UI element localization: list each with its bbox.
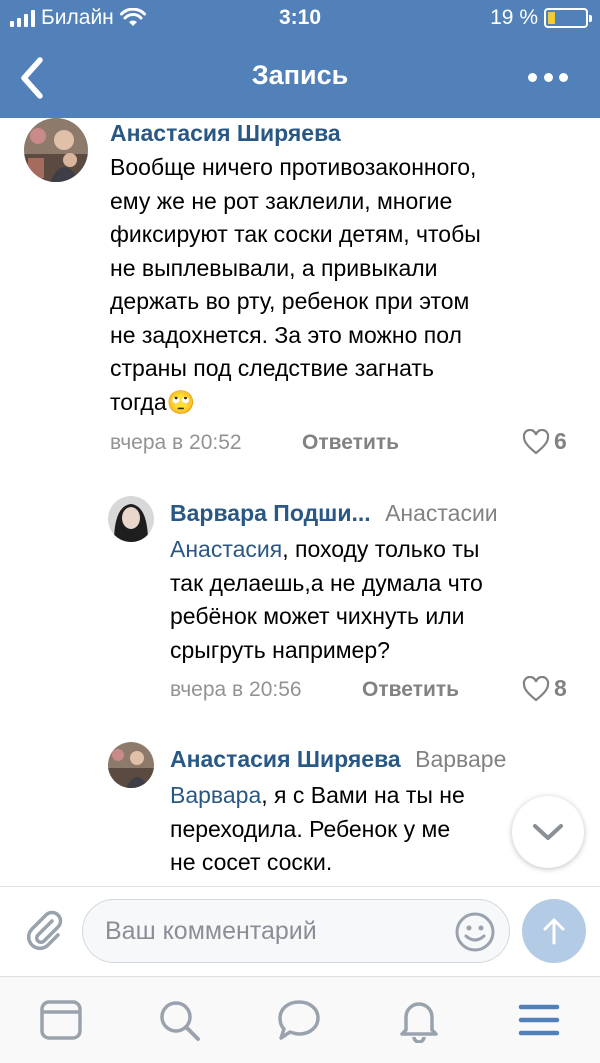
arrow-up-icon: [543, 918, 565, 945]
comment-item: Анастасия Ширяева Вообще ничего противоз…: [0, 118, 600, 468]
mention-link[interactable]: Варвара: [170, 782, 261, 808]
comment-author[interactable]: Анастасия Ширяева: [110, 120, 341, 147]
mention-link[interactable]: Анастасия: [170, 536, 282, 562]
comment-line: фиксируют так соски детям, чтобы: [110, 221, 481, 247]
comment-time: вчера в 20:52: [110, 431, 242, 454]
search-icon[interactable]: [156, 997, 202, 1043]
comment-text: Анастасия, походу только ты так делаешь,…: [170, 533, 590, 667]
comment-line: не выплевывали, а привыкали: [110, 254, 438, 281]
messages-icon[interactable]: [276, 997, 322, 1043]
comment-input[interactable]: [105, 914, 435, 948]
like-count: 6: [554, 428, 567, 454]
reply-button[interactable]: Ответить: [362, 678, 459, 702]
comment-text: Вообще ничего противозаконного, ему же н…: [110, 151, 590, 419]
menu-icon[interactable]: [516, 997, 562, 1043]
scroll-down-button[interactable]: [512, 796, 584, 868]
reply-to-label[interactable]: Анастасии: [385, 500, 498, 526]
comments-list[interactable]: Анастасия Ширяева Вообще ничего противоз…: [0, 118, 600, 886]
heart-icon: [522, 428, 550, 454]
comment-line: ребёнок может чихнуть или: [170, 603, 465, 629]
comment-line: Анастасия, походу только ты: [170, 533, 590, 567]
comment-line: не задохнется. За это можно пол: [110, 321, 462, 348]
tab-bar: [0, 976, 600, 1063]
avatar[interactable]: [108, 742, 154, 788]
page-title: Запись: [251, 60, 349, 90]
paperclip-icon[interactable]: [22, 907, 66, 951]
comment-line: срыгруть например?: [170, 636, 390, 663]
comment-line-text: тогда: [110, 388, 167, 415]
nav-header: Запись: [0, 40, 600, 118]
reply-button[interactable]: Ответить: [302, 431, 399, 455]
battery-icon: [544, 8, 592, 28]
comment-item: Анастасия Ширяева Варваре Варвара, я с В…: [0, 738, 600, 886]
chevron-down-icon: [533, 824, 563, 840]
smile-icon[interactable]: [453, 910, 497, 954]
comment-item: Варвара Подши... Анастасии Анастасия, по…: [0, 492, 600, 707]
avatar[interactable]: [108, 496, 154, 542]
comment-line: ему же не рот заклеили, многие: [110, 187, 453, 214]
news-icon[interactable]: [38, 997, 84, 1043]
comment-line: страны под следствие загнать: [110, 355, 434, 381]
comment-line-text: , походу только ты: [282, 536, 480, 562]
comment-author: Анастасия Ширяева Варваре: [170, 746, 506, 773]
battery-percent: 19 %: [490, 6, 538, 29]
comment-line: держать во рту, ребенок при этом: [110, 288, 470, 314]
author-name[interactable]: Анастасия Ширяева: [170, 746, 401, 772]
like-button[interactable]: 6: [522, 428, 567, 455]
comment-line-text: , я с Вами на ты не: [261, 782, 465, 808]
comment-line: так делаешь,а не думала что: [170, 569, 483, 596]
notifications-icon[interactable]: [396, 997, 442, 1043]
heart-icon: [522, 675, 550, 701]
like-button[interactable]: 8: [522, 675, 567, 702]
reply-to-label[interactable]: Варваре: [415, 746, 506, 772]
send-button[interactable]: [522, 899, 586, 963]
comment-line: тогда🙄: [110, 386, 590, 420]
more-dots-icon[interactable]: [528, 62, 568, 92]
author-name[interactable]: Варвара Подши...: [170, 500, 371, 526]
eye-roll-emoji-icon: 🙄: [166, 388, 196, 415]
comment-line: Вообще ничего противозаконного,: [110, 154, 477, 180]
like-count: 8: [554, 675, 567, 701]
comment-time: вчера в 20:56: [170, 678, 302, 701]
status-bar: Билайн 3:10 19 %: [0, 0, 600, 38]
comment-author: Варвара Подши... Анастасии: [170, 500, 498, 527]
avatar[interactable]: [24, 118, 88, 182]
top-bar: Билайн 3:10 19 % Запись: [0, 0, 600, 118]
battery-group: 19 %: [490, 6, 592, 30]
comment-composer: [0, 886, 600, 976]
comment-input-box[interactable]: [82, 899, 510, 963]
